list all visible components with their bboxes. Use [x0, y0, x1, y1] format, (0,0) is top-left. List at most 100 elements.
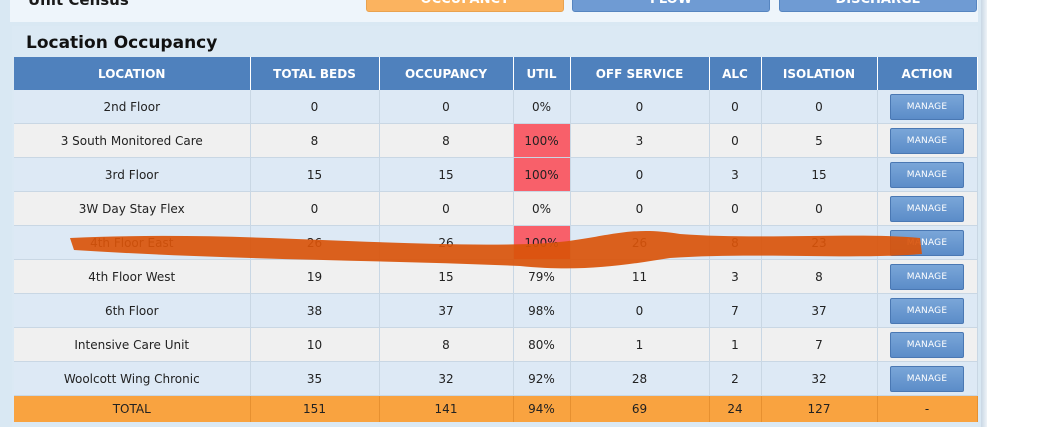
cell-action: MANAGE	[877, 225, 978, 260]
occupancy-button[interactable]: OCCUPANCY	[366, 0, 564, 12]
discharge-button[interactable]: DISCHARGE	[779, 0, 977, 12]
total-cell-location: TOTAL	[14, 395, 251, 422]
cell-off-service: 0	[570, 293, 710, 328]
cell-isolation: 7	[761, 327, 878, 362]
cell-alc: 3	[709, 157, 762, 192]
manage-button[interactable]: MANAGE	[890, 127, 964, 154]
table-row: Intensive Care Unit 10 8 80% 1 1 7 MANAGE	[14, 327, 978, 362]
column-header[interactable]: UTIL	[513, 57, 571, 90]
cell-location: 4th Floor West	[14, 259, 251, 294]
manage-button[interactable]: MANAGE	[890, 297, 964, 324]
scrollbar-edge	[981, 0, 987, 427]
manage-button[interactable]: MANAGE	[890, 263, 964, 290]
cell-isolation: 15	[761, 157, 878, 192]
cell-total-beds: 26	[250, 225, 380, 260]
cell-action: MANAGE	[877, 361, 978, 396]
cell-occupancy: 26	[379, 225, 514, 260]
total-cell-alc: 24	[709, 395, 762, 422]
total-cell-off-service: 69	[570, 395, 710, 422]
cell-total-beds: 19	[250, 259, 380, 294]
cell-location: 6th Floor	[14, 293, 251, 328]
cell-location: 4th Floor East	[14, 225, 251, 260]
manage-button[interactable]: MANAGE	[890, 195, 964, 222]
total-cell-isolation: 127	[761, 395, 878, 422]
total-cell-occupancy: 141	[379, 395, 514, 422]
manage-button[interactable]: MANAGE	[890, 229, 964, 256]
table-row: Woolcott Wing Chronic 35 32 92% 28 2 32 MANAGE	[14, 361, 978, 396]
cell-location: 3rd Floor	[14, 157, 251, 192]
manage-button[interactable]: MANAGE	[890, 161, 964, 188]
cell-off-service: 11	[570, 259, 710, 294]
cell-isolation: 32	[761, 361, 878, 396]
cell-util: 98%	[513, 293, 571, 328]
table-row: 3W Day Stay Flex 0 0 0% 0 0 0 MANAGE	[14, 191, 978, 226]
cell-location: 3W Day Stay Flex	[14, 191, 251, 226]
cell-occupancy: 8	[379, 123, 514, 158]
cell-alc: 0	[709, 90, 762, 124]
cell-total-beds: 15	[250, 157, 380, 192]
panel-title: Location Occupancy	[26, 33, 218, 53]
cell-total-beds: 35	[250, 361, 380, 396]
total-row: TOTAL 151 141 94% 69 24 127-	[14, 395, 978, 422]
cell-util: 100%	[513, 123, 571, 158]
column-header[interactable]: ISOLATION	[761, 57, 878, 90]
cell-location: 3 South Monitored Care	[14, 123, 251, 158]
cell-total-beds: 0	[250, 191, 380, 226]
cell-off-service: 0	[570, 191, 710, 226]
cell-total-beds: 10	[250, 327, 380, 362]
table-row: 4th Floor West 19 15 79% 11 3 8 MANAGE	[14, 259, 978, 294]
cell-util: 92%	[513, 361, 571, 396]
dashboard-panel: Unit Census OCCUPANCY FLOW DISCHARGE Loc…	[0, 0, 981, 427]
cell-action: MANAGE	[877, 90, 978, 124]
manage-button[interactable]: MANAGE	[890, 93, 964, 120]
manage-button[interactable]: MANAGE	[890, 331, 964, 358]
total-cell-total-beds: 151	[250, 395, 380, 422]
cell-alc: 0	[709, 123, 762, 158]
cell-action: MANAGE	[877, 157, 978, 192]
cell-isolation: 5	[761, 123, 878, 158]
cell-action: MANAGE	[877, 123, 978, 158]
cell-isolation: 0	[761, 191, 878, 226]
column-header[interactable]: LOCATION	[14, 57, 251, 90]
cell-isolation: 0	[761, 90, 878, 124]
cell-off-service: 1	[570, 327, 710, 362]
cell-util: 0%	[513, 191, 571, 226]
cell-action: MANAGE	[877, 259, 978, 294]
cell-occupancy: 37	[379, 293, 514, 328]
cell-total-beds: 8	[250, 123, 380, 158]
cell-location: 2nd Floor	[14, 90, 251, 124]
cell-util: 0%	[513, 90, 571, 124]
cell-off-service: 0	[570, 90, 710, 124]
table-row: 4th Floor East 26 26 100% 26 8 23 MANAGE	[14, 225, 978, 260]
column-header[interactable]: TOTAL BEDS	[250, 57, 380, 90]
cell-alc: 2	[709, 361, 762, 396]
cell-occupancy: 0	[379, 90, 514, 124]
cell-occupancy: 15	[379, 157, 514, 192]
unit-census-section: Unit Census OCCUPANCY FLOW DISCHARGE	[10, 0, 978, 22]
cell-total-beds: 38	[250, 293, 380, 328]
cell-location: Woolcott Wing Chronic	[14, 361, 251, 396]
cell-alc: 7	[709, 293, 762, 328]
table-row: 2nd Floor 0 0 0% 0 0 0 MANAGE	[14, 90, 978, 124]
cell-alc: 0	[709, 191, 762, 226]
flow-button[interactable]: FLOW	[572, 0, 770, 12]
cell-off-service: 0	[570, 157, 710, 192]
table-row: 3rd Floor 15 15 100% 0 3 15 MANAGE	[14, 157, 978, 192]
cell-total-beds: 0	[250, 90, 380, 124]
table-row: 3 South Monitored Care 8 8 100% 3 0 5 MANAGE	[14, 123, 978, 158]
column-header: ACTION	[877, 57, 978, 90]
table-row: 6th Floor 38 37 98% 0 7 37 MANAGE	[14, 293, 978, 328]
cell-location: Intensive Care Unit	[14, 327, 251, 362]
cell-alc: 3	[709, 259, 762, 294]
total-cell-action: -	[877, 395, 978, 422]
column-header[interactable]: OCCUPANCY	[379, 57, 514, 90]
column-header[interactable]: OFF SERVICE	[570, 57, 710, 90]
cell-off-service: 26	[570, 225, 710, 260]
occupancy-table: LOCATION TOTAL BEDS OCCUPANCY UTIL OFF S…	[14, 57, 978, 422]
cell-isolation: 8	[761, 259, 878, 294]
cell-occupancy: 15	[379, 259, 514, 294]
manage-button[interactable]: MANAGE	[890, 365, 964, 392]
cell-occupancy: 8	[379, 327, 514, 362]
cell-action: MANAGE	[877, 191, 978, 226]
column-header[interactable]: ALC	[709, 57, 762, 90]
